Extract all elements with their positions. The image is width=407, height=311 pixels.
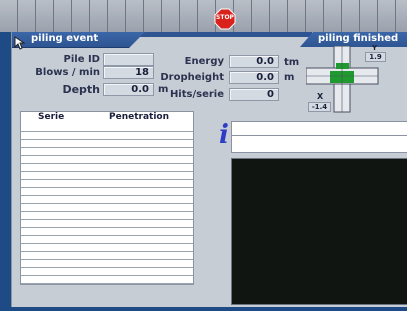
tab-piling-event-label: piling event — [31, 33, 99, 44]
info-icon: i — [219, 120, 229, 150]
inclinometer-indicator: Y 1.9 X -1.4 — [305, 44, 390, 116]
dropheight-label: Dropheight — [160, 72, 224, 83]
x-axis-label: X — [317, 92, 324, 101]
energy-unit: tm — [284, 57, 300, 68]
depth-label: Depth — [62, 83, 100, 96]
info-message-box — [231, 121, 407, 153]
tab-strip — [132, 32, 312, 37]
y-axis-label: Y — [372, 44, 378, 52]
pointer-cursor-icon — [14, 36, 26, 50]
x-value-field: -1.4 — [308, 102, 331, 112]
serie-penetration-table: Serie Penetration — [20, 111, 194, 285]
hits-serie-label: Hits/serie — [169, 89, 224, 100]
pile-id-label: Pile ID — [63, 54, 100, 65]
blows-per-min-field[interactable]: 18 — [103, 66, 154, 79]
tab-piling-event[interactable]: piling event — [12, 32, 145, 48]
piling-panel: piling event piling finished Pile ID Blo… — [11, 32, 407, 307]
stop-button[interactable]: STOP — [214, 8, 236, 30]
energy-field[interactable]: 0.0 — [229, 55, 279, 68]
hits-serie-field[interactable]: 0 — [229, 88, 279, 101]
column-header-penetration: Penetration — [109, 112, 170, 122]
toolbar: STOP — [0, 0, 407, 32]
graph-display — [231, 158, 407, 305]
y-value-field: 1.9 — [365, 52, 386, 62]
stop-label: STOP — [216, 14, 234, 21]
depth-field[interactable]: 0.0 — [103, 83, 154, 96]
info-divider — [232, 135, 407, 136]
pile-id-field[interactable] — [103, 53, 154, 66]
application-window: STOP piling event piling finished Pile I… — [0, 0, 407, 311]
dropheight-field[interactable]: 0.0 — [229, 71, 279, 84]
table-rows — [21, 124, 193, 284]
energy-label: Energy — [184, 56, 224, 67]
blows-per-min-label: Blows / min — [35, 67, 100, 78]
column-header-serie: Serie — [38, 112, 65, 122]
dropheight-unit: m — [284, 72, 295, 83]
tab-piling-finished[interactable]: piling finished — [300, 32, 407, 47]
tab-piling-finished-label: piling finished — [318, 33, 399, 44]
